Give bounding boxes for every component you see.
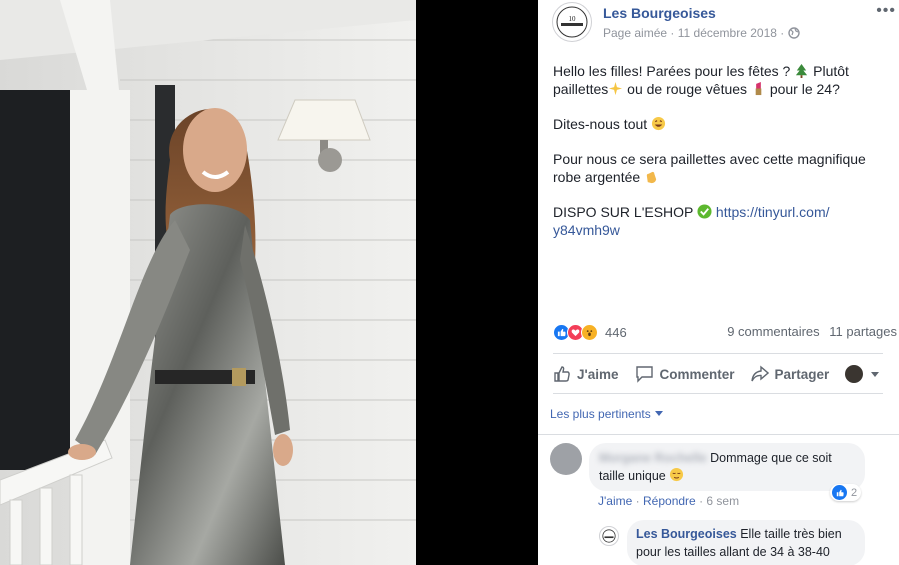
- divider-2: [553, 393, 883, 394]
- post-text-line: pour le 24?: [769, 81, 840, 97]
- sort-label: Les plus pertinents: [550, 407, 651, 421]
- comment-text: taille unique: [599, 469, 666, 483]
- check-mark-icon: [697, 204, 712, 219]
- comments-count-link[interactable]: 9 commentaires: [727, 324, 819, 339]
- post-link-continued[interactable]: y84vmh9w: [553, 222, 620, 238]
- comment-like-link[interactable]: J'aime: [598, 494, 632, 508]
- comment-author-link[interactable]: Morgane Rochelle: [599, 451, 707, 465]
- post-text-line: Dites-nous tout: [553, 116, 648, 132]
- post-link[interactable]: https://tinyurl.com/: [716, 204, 830, 220]
- reply-author-link[interactable]: Les Bourgeoises: [636, 527, 737, 541]
- post-date-link[interactable]: 11 décembre 2018: [678, 26, 777, 40]
- post-paragraph-2: Dites-nous tout: [553, 115, 883, 133]
- reaction-count: 446: [605, 325, 627, 340]
- post-panel: 10 Les Bourgeoises Page aimée · 11 décem…: [538, 0, 899, 565]
- like-button-label: J'aime: [577, 366, 619, 382]
- shares-count-link[interactable]: 11 partages: [829, 324, 897, 339]
- post-paragraph-1: Hello les filles! Parées pour les fêtes …: [553, 62, 883, 98]
- meta-separator-2: ·: [780, 26, 785, 40]
- comment-actions: J'aime · Répondre · 6 sem: [598, 494, 740, 508]
- svg-text:10: 10: [569, 15, 577, 23]
- comment-text: Dommage que ce soit: [710, 451, 832, 465]
- post-text-line: DISPO SUR L'ESHOP: [553, 204, 694, 220]
- wow-reaction-icon: [581, 324, 598, 341]
- post-header: 10 Les Bourgeoises Page aimée · 11 décem…: [552, 2, 895, 46]
- post-actions: J'aime Commenter Partager: [553, 360, 883, 388]
- comment-icon: [635, 366, 653, 383]
- comment-button[interactable]: Commenter: [635, 365, 735, 383]
- post-text: Hello les filles! Parées pour les fêtes …: [553, 62, 883, 256]
- sparkles-icon: [609, 81, 623, 96]
- stats-right: 9 commentaires 11 partages: [721, 324, 897, 339]
- post-stats: 446 9 commentaires 11 partages: [553, 324, 897, 342]
- reply-text: Elle taille très bien: [740, 527, 842, 541]
- relieved-face-icon: [670, 467, 684, 482]
- photo-illustration: [0, 0, 416, 565]
- page-name-link[interactable]: Les Bourgeoises: [603, 5, 716, 21]
- comments-divider: [538, 434, 899, 435]
- comment-reply-link[interactable]: Répondre: [643, 494, 696, 508]
- globe-icon: [787, 27, 800, 39]
- share-button[interactable]: Partager: [750, 365, 830, 383]
- reactions-summary[interactable]: 446: [553, 324, 627, 341]
- viewer-gutter: [416, 0, 538, 565]
- like-button[interactable]: J'aime: [553, 365, 619, 383]
- meta-separator: ·: [670, 26, 675, 40]
- lipstick-icon: [755, 81, 762, 96]
- user-avatar: [845, 365, 863, 383]
- thumbs-up-icon: [554, 366, 570, 382]
- laughing-face-icon: [652, 116, 666, 131]
- comment-sort-dropdown[interactable]: Les plus pertinents: [550, 407, 663, 421]
- post-paragraph-3: Pour nous ce sera paillettes avec cette …: [553, 150, 883, 186]
- post-text-line: robe argentée: [553, 169, 641, 185]
- divider: [553, 353, 883, 354]
- photo-viewer: 10 Les Bourgeoises Page aimée · 11 décem…: [0, 0, 899, 565]
- page-avatar[interactable]: 10: [552, 2, 592, 42]
- post-paragraph-4: DISPO SUR L'ESHOP https://tinyurl.com/ y…: [553, 203, 883, 239]
- post-text-line: Plutôt: [813, 63, 849, 79]
- like-reaction-icon: [832, 485, 847, 500]
- post-text-line: paillettes: [553, 81, 609, 97]
- logo-icon: [602, 529, 616, 543]
- audience-selector[interactable]: [845, 365, 879, 383]
- post-photo[interactable]: [0, 0, 416, 565]
- comment-like-number: 2: [851, 486, 858, 499]
- comment-button-label: Commenter: [659, 366, 735, 382]
- chevron-down-icon: [654, 411, 663, 416]
- page-liked-status: Page aimée: [603, 26, 668, 40]
- share-icon: [750, 365, 769, 382]
- christmas-tree-icon: [796, 63, 808, 78]
- post-text-line: Hello les filles! Parées pour les fêtes …: [553, 63, 791, 79]
- post-meta: Page aimée · 11 décembre 2018 ·: [603, 26, 800, 40]
- logo-icon: 10: [556, 6, 588, 38]
- comment-time[interactable]: 6 sem: [706, 494, 739, 508]
- comment-bubble: Morgane Rochelle Dommage que ce soit tai…: [589, 443, 865, 491]
- clapping-hands-icon: [646, 171, 657, 184]
- chevron-down-icon: [871, 371, 879, 377]
- share-button-label: Partager: [774, 366, 830, 382]
- reply-author-avatar[interactable]: [599, 526, 619, 546]
- reply-text: pour les tailles allant de 34 à 38-40: [636, 545, 830, 559]
- post-text-line: Pour nous ce sera paillettes avec cette …: [553, 151, 866, 167]
- commenter-avatar[interactable]: [550, 443, 582, 475]
- reply-bubble: Les Bourgeoises Elle taille très bien po…: [627, 520, 865, 565]
- post-text-line: ou de rouge vêtues: [627, 81, 748, 97]
- comment-like-count[interactable]: 2: [830, 484, 862, 501]
- more-options-button[interactable]: •••: [876, 2, 896, 20]
